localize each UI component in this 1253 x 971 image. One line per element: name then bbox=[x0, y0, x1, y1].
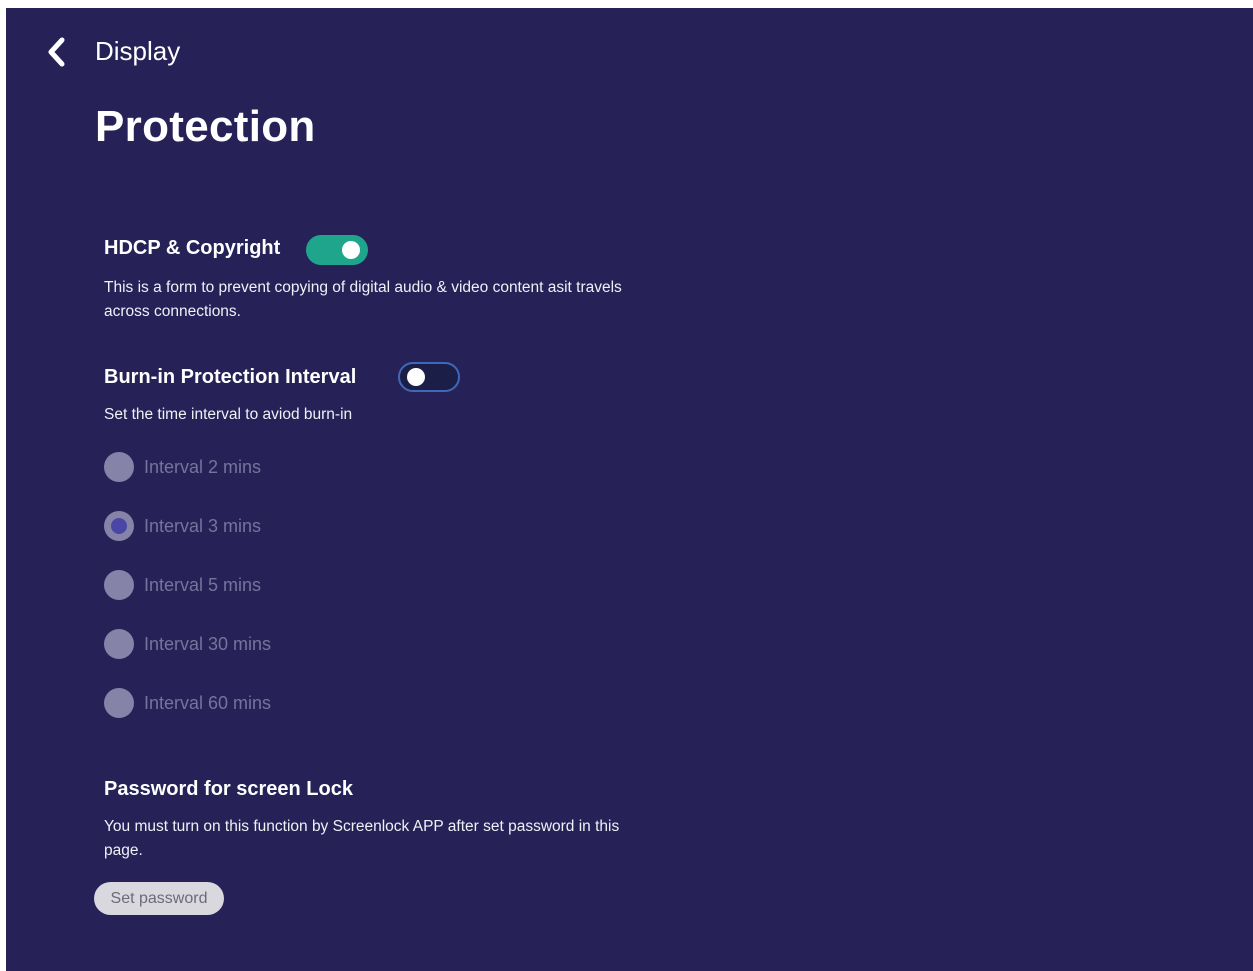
interval-option-3[interactable]: Interval 3 mins bbox=[104, 510, 261, 542]
radio-label: Interval 30 mins bbox=[144, 633, 272, 654]
radio-button[interactable] bbox=[104, 629, 134, 659]
radio-button[interactable] bbox=[104, 452, 134, 482]
hdcp-description-line-2: across connections. bbox=[104, 303, 241, 320]
radio-button[interactable] bbox=[104, 688, 134, 718]
hdcp-description: This is a form to prevent copying of dig… bbox=[104, 276, 724, 324]
screen-lock-title: Password for screen Lock bbox=[104, 778, 353, 800]
burn-in-toggle[interactable] bbox=[398, 362, 460, 392]
interval-option-2[interactable]: Interval 2 mins bbox=[104, 451, 261, 483]
toggle-knob bbox=[407, 368, 425, 386]
hdcp-description-line-1: This is a form to prevent copying of dig… bbox=[104, 279, 622, 296]
set-password-button[interactable]: Set password bbox=[94, 882, 224, 915]
radio-label: Interval 5 mins bbox=[144, 574, 262, 595]
chevron-left-icon bbox=[48, 37, 65, 67]
radio-label: Interval 60 mins bbox=[144, 692, 272, 713]
hdcp-title: HDCP & Copyright bbox=[104, 237, 281, 259]
screen-lock-description-line-2: page. bbox=[104, 842, 143, 859]
interval-option-5[interactable]: Interval 5 mins bbox=[104, 569, 261, 601]
radio-button-selected[interactable] bbox=[104, 511, 134, 541]
burn-in-title: Burn-in Protection Interval bbox=[104, 366, 357, 388]
screen-lock-description: You must turn on this function by Screen… bbox=[104, 815, 724, 863]
breadcrumb[interactable]: Display bbox=[95, 36, 180, 67]
screen-lock-description-line-1: You must turn on this function by Screen… bbox=[104, 818, 620, 835]
settings-screen: Display Protection HDCP & Copyright This… bbox=[6, 8, 1253, 971]
hdcp-toggle[interactable] bbox=[306, 235, 368, 265]
radio-label: Interval 3 mins bbox=[144, 515, 262, 536]
radio-button[interactable] bbox=[104, 570, 134, 600]
interval-option-60[interactable]: Interval 60 mins bbox=[104, 687, 271, 719]
radio-label: Interval 2 mins bbox=[144, 456, 262, 477]
interval-option-30[interactable]: Interval 30 mins bbox=[104, 628, 271, 660]
radio-dot bbox=[111, 518, 127, 534]
toggle-knob bbox=[342, 241, 360, 259]
page-title: Protection bbox=[95, 102, 316, 151]
back-button[interactable] bbox=[40, 34, 76, 70]
burn-in-description: Set the time interval to aviod burn-in bbox=[104, 406, 353, 423]
